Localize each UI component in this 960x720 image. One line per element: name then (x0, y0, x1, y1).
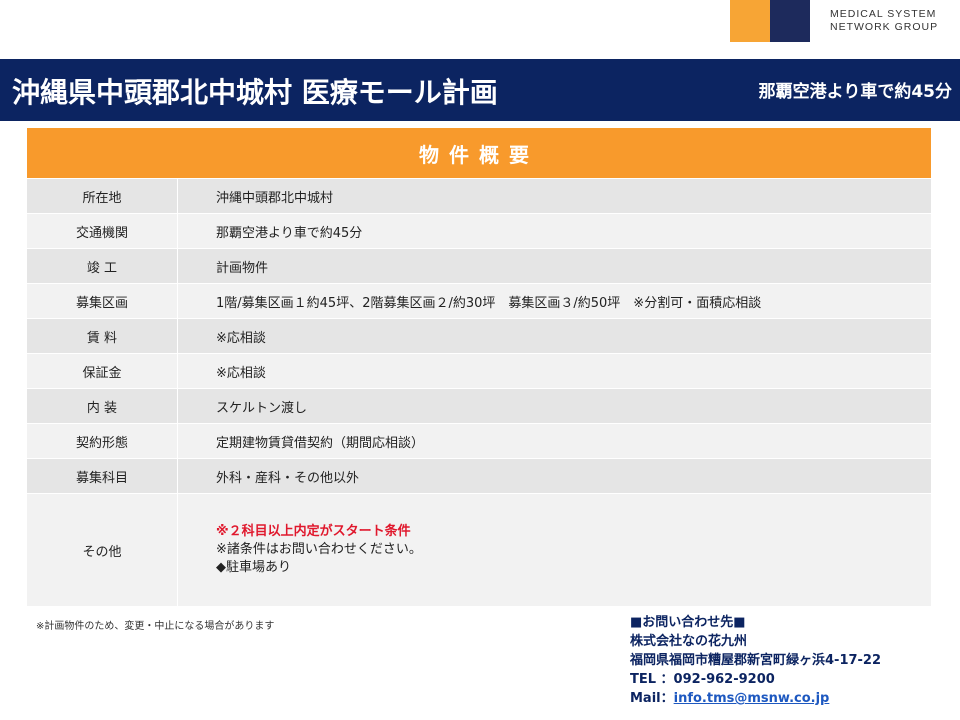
mail-link[interactable]: info.tms@msnw.co.jp (674, 691, 830, 706)
contact-mail-row: Mail：info.tms@msnw.co.jp (630, 689, 950, 708)
logo-navy-square (770, 0, 810, 42)
condition-highlight: ※２科目以上内定がスタート条件 (216, 524, 411, 539)
property-table: 所在地 沖縄中頭郡北中城村 交通機関 那覇空港より車で約45分 竣 工 計画物件… (27, 178, 931, 606)
row-value: スケルトン渡し (177, 388, 931, 424)
row-value: ※２科目以上内定がスタート条件 ※諸条件はお問い合わせください。 ◆駐車場あり (177, 493, 931, 606)
disclaimer-note: ※計画物件のため、変更・中止になる場合があります (36, 621, 275, 632)
parking-note: ◆駐車場あり (216, 560, 291, 575)
table-row: 募集科目 外科・産科・その他以外 (27, 458, 931, 494)
table-row: 交通機関 那覇空港より車で約45分 (27, 213, 931, 249)
table-row: 内 装 スケルトン渡し (27, 388, 931, 424)
page-title: 沖縄県中頭郡北中城村 医療モール計画 (12, 76, 498, 109)
contact-company: 株式会社なの花九州 (630, 634, 748, 649)
summary-heading: 物件概要 (27, 128, 931, 178)
row-label: 契約形態 (27, 423, 178, 459)
access-subtitle: 那覇空港より車で約45分 (758, 82, 952, 102)
row-value: 定期建物賃貸借契約（期間応相談） (177, 423, 931, 459)
logo-text: MEDICAL SYSTEM NETWORK GROUP (830, 8, 960, 34)
row-label: 交通機関 (27, 213, 178, 249)
contact-address: 福岡県福岡市糟屋郡新宮町緑ヶ浜4-17-22 (630, 653, 882, 668)
table-row: 保証金 ※応相談 (27, 353, 931, 389)
contact-tel: TEL ：092-962-9200 (630, 672, 775, 687)
row-value: 計画物件 (177, 248, 931, 284)
table-row: その他 ※２科目以上内定がスタート条件 ※諸条件はお問い合わせください。 ◆駐車… (27, 493, 931, 606)
table-row: 竣 工 計画物件 (27, 248, 931, 284)
row-value: 1階/募集区画１約45坪、2階募集区画２/約30坪 募集区画３/約50坪 ※分割… (177, 283, 931, 319)
row-value: 沖縄中頭郡北中城村 (177, 178, 931, 214)
row-value: ※応相談 (177, 318, 931, 354)
logo-line-2: NETWORK GROUP (830, 21, 939, 33)
condition-note: ※諸条件はお問い合わせください。 (216, 542, 422, 557)
row-value: 那覇空港より車で約45分 (177, 213, 931, 249)
logo-line-1: MEDICAL SYSTEM (830, 8, 937, 20)
row-label: 保証金 (27, 353, 178, 389)
table-row: 契約形態 定期建物賃貸借契約（期間応相談） (27, 423, 931, 459)
row-label: 所在地 (27, 178, 178, 214)
row-label: 賃 料 (27, 318, 178, 354)
contact-heading: ■お問い合わせ先■ (630, 615, 746, 630)
table-row: 募集区画 1階/募集区画１約45坪、2階募集区画２/約30坪 募集区画３/約50… (27, 283, 931, 319)
row-label: 竣 工 (27, 248, 178, 284)
row-label: 募集科目 (27, 458, 178, 494)
row-label: その他 (27, 493, 178, 606)
row-value: 外科・産科・その他以外 (177, 458, 931, 494)
contact-block: ■お問い合わせ先■ 株式会社なの花九州 福岡県福岡市糟屋郡新宮町緑ヶ浜4-17-… (630, 613, 950, 708)
logo-orange-square (730, 0, 770, 42)
row-label: 内 装 (27, 388, 178, 424)
mail-label: Mail： (630, 691, 674, 706)
title-banner: 沖縄県中頭郡北中城村 医療モール計画 那覇空港より車で約45分 (0, 59, 960, 121)
property-summary: 物件概要 所在地 沖縄中頭郡北中城村 交通機関 那覇空港より車で約45分 竣 工… (27, 128, 931, 606)
table-row: 賃 料 ※応相談 (27, 318, 931, 354)
table-row: 所在地 沖縄中頭郡北中城村 (27, 178, 931, 214)
company-logo: MEDICAL SYSTEM NETWORK GROUP (730, 0, 960, 44)
row-value: ※応相談 (177, 353, 931, 389)
row-label: 募集区画 (27, 283, 178, 319)
